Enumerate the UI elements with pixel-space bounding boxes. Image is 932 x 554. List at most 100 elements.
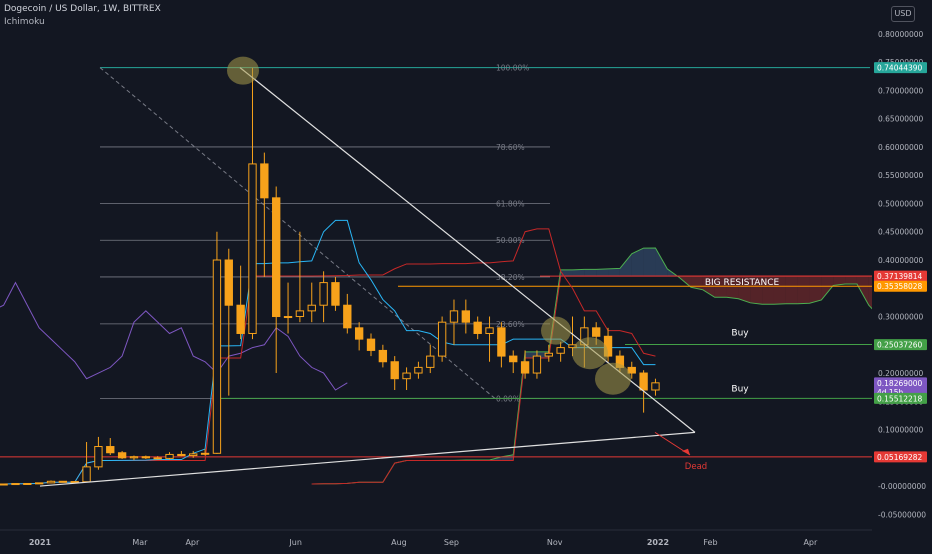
price-tick-label: 0.55000000 <box>878 171 924 180</box>
candle-body <box>521 362 528 373</box>
candle-body <box>59 481 66 482</box>
candle-body <box>178 454 185 455</box>
price-chart: 100.00%78.60%61.80%50.00%38.20%23.60%0.0… <box>0 0 932 550</box>
candle-body <box>427 356 434 367</box>
candle-body <box>24 483 31 484</box>
candle-body <box>0 484 7 485</box>
cloud-segment <box>845 276 857 284</box>
annotation-buy-upper: Buy <box>731 329 749 339</box>
time-tick-label: Aug <box>391 538 407 547</box>
candle-body <box>71 482 78 483</box>
price-tick-label: 0.70000000 <box>878 86 924 95</box>
price-label-value: 0.74044390 <box>877 64 923 73</box>
price-tick-label: 0.45000000 <box>878 228 924 237</box>
time-tick-label: Nov <box>547 538 563 547</box>
time-tick-label: Feb <box>703 538 717 547</box>
candle-body <box>320 283 327 306</box>
candle-body <box>12 484 19 485</box>
candle-body <box>118 453 125 458</box>
price-tick-label: -0.00000000 <box>878 482 926 491</box>
chart-background <box>0 0 932 550</box>
candle-body <box>474 322 481 333</box>
candle-body <box>367 339 374 350</box>
price-tick-label: 0.60000000 <box>878 143 924 152</box>
time-tick-label: Apr <box>185 538 200 547</box>
price-label-value: 0.15512218 <box>877 394 923 403</box>
candle-body <box>225 260 232 305</box>
annotation-dead: Dead <box>685 462 707 472</box>
cloud-segment <box>810 276 822 303</box>
fib-level-label: 61.80% <box>496 199 525 208</box>
candle-body <box>557 348 564 354</box>
cloud-segment <box>798 276 810 304</box>
candle-body <box>35 483 42 484</box>
chart-root: 100.00%78.60%61.80%50.00%38.20%23.60%0.0… <box>0 0 932 550</box>
time-tick-label: Sep <box>444 538 459 547</box>
highlight-ellipse <box>541 317 571 345</box>
candle-body <box>391 362 398 379</box>
candle-body <box>415 367 422 373</box>
candle-body <box>83 467 90 482</box>
candle-body <box>308 305 315 311</box>
candle-body <box>237 305 244 333</box>
candle-body <box>438 322 445 356</box>
fib-level-label: 78.60% <box>496 143 525 152</box>
candle-body <box>130 457 137 458</box>
price-tick-label: 0.80000000 <box>878 30 924 39</box>
candle-body <box>462 311 469 322</box>
candle-body <box>261 164 268 198</box>
candle-body <box>652 383 659 390</box>
time-tick-label: 2022 <box>647 538 669 547</box>
highlight-ellipse <box>227 57 259 85</box>
annotation-buy-lower: Buy <box>731 384 749 394</box>
price-tick-label: 0.50000000 <box>878 199 924 208</box>
price-tick-label: 0.20000000 <box>878 369 924 378</box>
cloud-segment <box>644 248 656 276</box>
highlight-ellipse <box>572 337 608 369</box>
candle-body <box>249 164 256 334</box>
fib-level-label: 38.20% <box>496 273 525 282</box>
candle-body <box>284 317 291 318</box>
annotation-big-resistance: BIG RESISTANCE <box>705 278 780 288</box>
candle-body <box>355 328 362 339</box>
currency-button[interactable]: USD <box>891 6 915 22</box>
candle-body <box>498 328 505 356</box>
candle-body <box>273 198 280 317</box>
candle-body <box>640 373 647 390</box>
price-tick-label: -0.05000000 <box>878 510 926 519</box>
indicator-label[interactable]: Ichimoku <box>4 17 45 27</box>
price-label-value: 0.18269000 <box>877 379 923 388</box>
price-label-value: 0.37139814 <box>877 272 923 281</box>
candle-body <box>142 457 149 458</box>
candle-body <box>47 481 54 483</box>
candle-body <box>593 328 600 336</box>
candle-body <box>450 311 457 322</box>
candle-body <box>213 260 220 453</box>
price-tick-label: 0.65000000 <box>878 115 924 124</box>
candle-body <box>154 458 161 459</box>
price-label-value: 0.25037260 <box>877 341 923 350</box>
price-axis: 0.800000000.750000000.700000000.65000000… <box>872 0 932 550</box>
cloud-segment <box>561 270 573 276</box>
candle-body <box>190 454 197 456</box>
candle-body <box>201 453 208 454</box>
time-tick-label: Apr <box>803 538 818 547</box>
candle-body <box>403 373 410 379</box>
candle-body <box>332 283 339 306</box>
candle-body <box>545 353 552 356</box>
price-label-value: 0.05169282 <box>877 453 923 462</box>
candle-body <box>296 311 303 317</box>
candle-body <box>107 447 114 453</box>
price-tick-label: 0.40000000 <box>878 256 924 265</box>
candle-body <box>510 356 517 362</box>
candle-body <box>166 454 173 458</box>
price-label-value: 0.35358028 <box>877 282 923 291</box>
candle-body <box>533 356 540 373</box>
chart-title: Dogecoin / US Dollar, 1W, BITTREX <box>4 4 161 14</box>
highlight-ellipse <box>595 363 631 395</box>
fib-level-label: 0.00% <box>496 394 520 403</box>
candle-body <box>486 328 493 334</box>
candle-body <box>344 305 351 328</box>
cloud-segment <box>584 269 596 276</box>
cloud-segment <box>572 269 584 276</box>
